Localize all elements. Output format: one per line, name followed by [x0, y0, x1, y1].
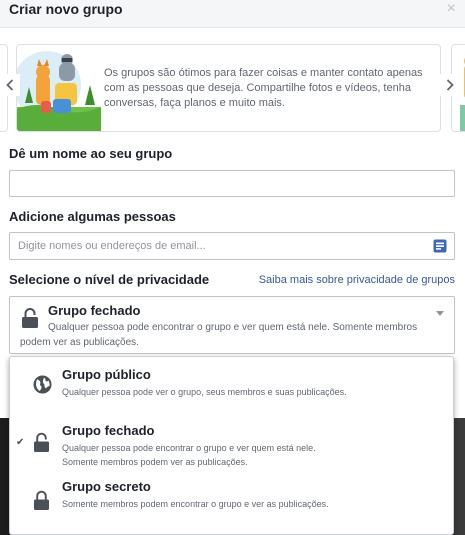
privacy-selected-title: Grupo fechado [48, 303, 141, 318]
privacy-option-closed-title: Grupo fechado [62, 423, 155, 438]
add-people-field-wrapper [9, 232, 455, 260]
privacy-selected-desc-line2: podem ver as publicações. [20, 337, 139, 348]
privacy-select[interactable]: Grupo fechado Qualquer pessoa pode encon… [9, 296, 455, 354]
carousel-card-text: Os grupos são ótimos para fazer coisas e… [104, 67, 423, 109]
group-name-field-wrapper [9, 170, 455, 197]
privacy-option-secret-desc: Somente membros podem encontrar o grupo … [62, 499, 329, 509]
privacy-dropdown-menu: Grupo público Qualquer pessoa pode ver o… [9, 356, 454, 535]
globe-icon [33, 375, 52, 394]
dialog-header: Criar novo grupo × [0, 0, 465, 28]
chevron-left-icon [6, 79, 14, 91]
caret-down-icon [436, 311, 444, 316]
privacy-option-closed-desc: Qualquer pessoa pode encontrar o grupo e… [62, 443, 316, 467]
lock-icon [34, 432, 49, 452]
privacy-selected-desc-line1: Qualquer pessoa pode encontrar o grupo e… [48, 322, 418, 333]
privacy-label: Selecione o nível de privacidade [9, 272, 210, 287]
privacy-option-public-desc: Qualquer pessoa pode ver o grupo, seus m… [62, 387, 347, 397]
add-people-input[interactable] [10, 233, 454, 259]
add-people-label: Adicione algumas pessoas [9, 209, 176, 224]
privacy-option-secret[interactable]: Grupo secreto Somente membros podem enco… [10, 471, 453, 527]
privacy-option-closed[interactable]: ✔ Grupo fechado Qualquer pessoa pode enc… [10, 413, 453, 469]
carousel-card: Os grupos são ótimos para fazer coisas e… [16, 44, 441, 132]
privacy-option-public[interactable]: Grupo público Qualquer pessoa pode ver o… [10, 357, 453, 413]
intro-carousel: Os grupos são ótimos para fazer coisas e… [0, 40, 465, 136]
close-icon[interactable]: × [447, 1, 456, 17]
privacy-selected-description: Qualquer pessoa pode encontrar o grupo e… [20, 320, 417, 348]
group-name-input[interactable] [10, 171, 454, 196]
chevron-right-icon [446, 79, 454, 91]
lock-icon [22, 308, 38, 328]
groups-illustration-icon [17, 45, 101, 131]
dialog-title: Criar novo grupo [9, 1, 123, 17]
privacy-option-secret-title: Grupo secreto [62, 479, 151, 494]
carousel-prev-button[interactable] [0, 74, 20, 96]
lock-icon [34, 490, 49, 510]
check-icon: ✔ [16, 437, 25, 448]
group-name-label: Dê um nome ao seu grupo [9, 146, 173, 161]
privacy-learn-more-link[interactable]: Saiba mais sobre privacidade de grupos [259, 274, 455, 286]
carousel-next-button[interactable] [440, 74, 460, 96]
contact-list-icon[interactable] [433, 239, 447, 253]
privacy-option-public-title: Grupo público [62, 367, 151, 382]
